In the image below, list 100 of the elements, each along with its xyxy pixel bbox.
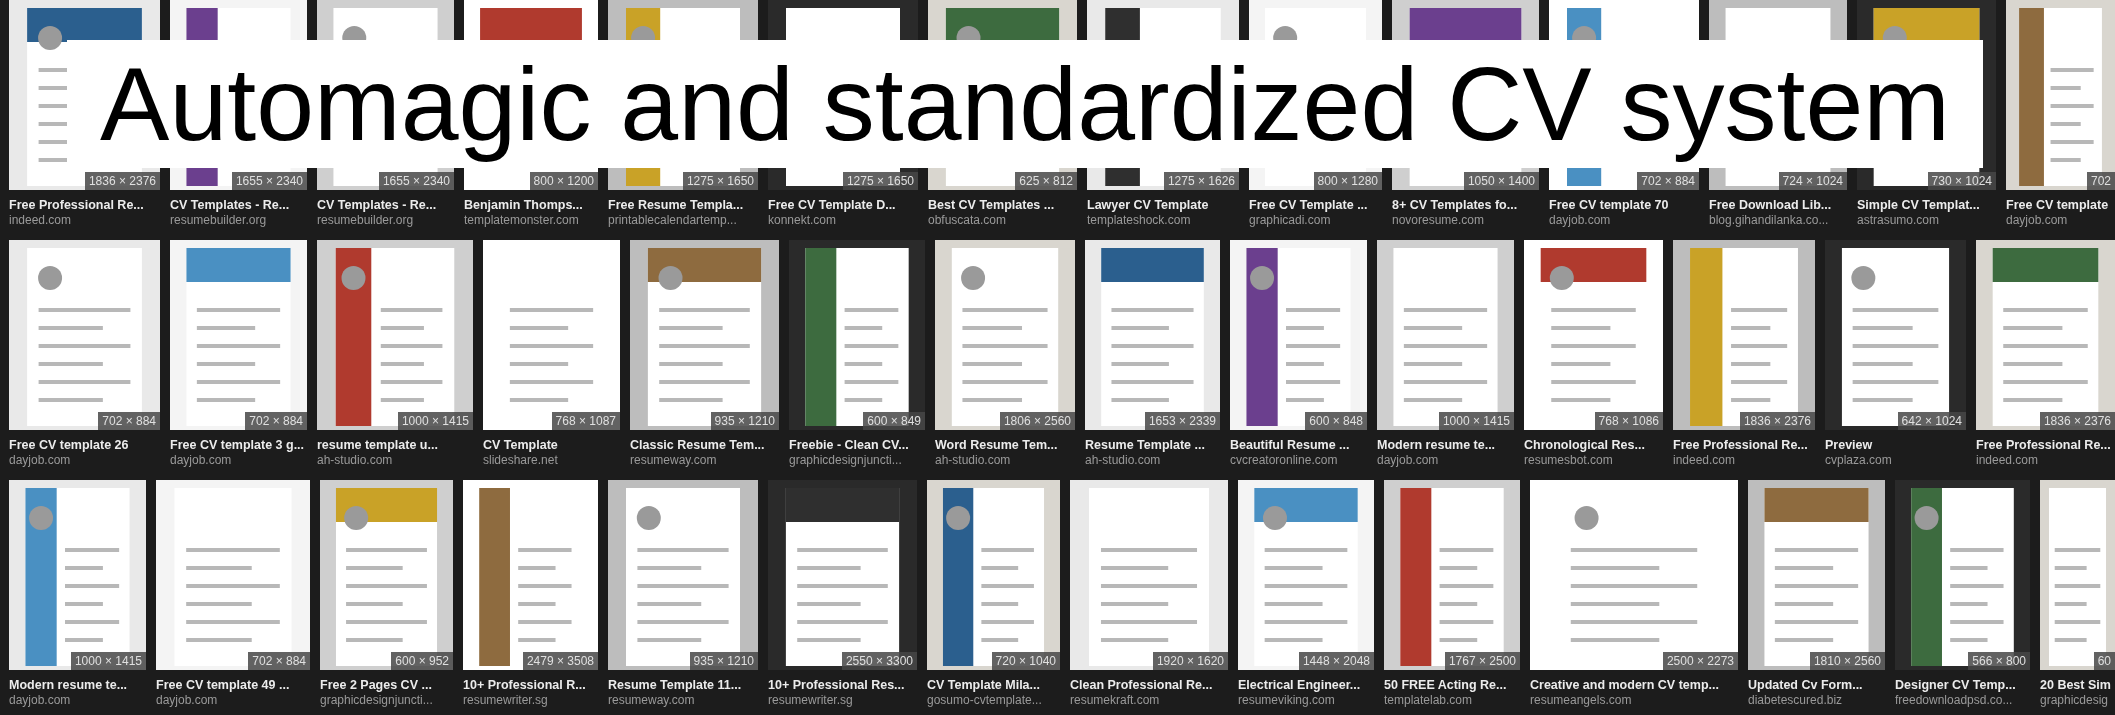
result-source[interactable]: slideshare.net bbox=[483, 453, 558, 468]
result-title[interactable]: Free CV template 3 g... bbox=[170, 437, 305, 453]
result-title[interactable]: CV Template bbox=[483, 437, 558, 453]
result-source[interactable]: cvplaza.com bbox=[1825, 453, 1892, 468]
result-source[interactable]: resumeangels.com bbox=[1530, 693, 1632, 708]
result-source[interactable]: graphicadi.com bbox=[1249, 213, 1331, 228]
result-title[interactable]: 20 Best Sim bbox=[2040, 677, 2111, 693]
image-size-label: 1836 × 2376 bbox=[84, 172, 160, 190]
image-size-label: 1275 × 1650 bbox=[682, 172, 758, 190]
result-title[interactable]: CV Templates - Re... bbox=[317, 197, 437, 213]
result-title[interactable]: Free Professional Re... bbox=[1976, 437, 2111, 453]
result-title[interactable]: CV Templates - Re... bbox=[170, 197, 290, 213]
result-title[interactable]: Free CV Template D... bbox=[768, 197, 896, 213]
result-title[interactable]: resume template u... bbox=[317, 437, 438, 453]
result-source[interactable]: resumeway.com bbox=[608, 693, 695, 708]
image-size-label: 1767 × 2500 bbox=[1444, 652, 1520, 670]
result-source[interactable]: templatelab.com bbox=[1384, 693, 1473, 708]
image-size-label: 1655 × 2340 bbox=[378, 172, 454, 190]
result-title[interactable]: Word Resume Tem... bbox=[935, 437, 1058, 453]
result-source[interactable]: konnekt.com bbox=[768, 213, 837, 228]
result-title[interactable]: Free 2 Pages CV ... bbox=[320, 677, 432, 693]
result-source[interactable]: graphicdesig bbox=[2040, 693, 2109, 708]
result-source[interactable]: diabetescured.biz bbox=[1748, 693, 1843, 708]
result-title[interactable]: Free Professional Re... bbox=[9, 197, 144, 213]
result-source[interactable]: dayjob.com bbox=[156, 693, 218, 708]
result-title[interactable]: Free CV template bbox=[2006, 197, 2109, 213]
result-title[interactable]: Free Resume Templa... bbox=[608, 197, 744, 213]
result-source[interactable]: dayjob.com bbox=[9, 453, 71, 468]
result-source[interactable]: ah-studio.com bbox=[1085, 453, 1161, 468]
result-title[interactable]: Modern resume te... bbox=[9, 677, 128, 693]
result-source[interactable]: gosumo-cvtemplate... bbox=[927, 693, 1042, 708]
result-title[interactable]: Clean Professional Re... bbox=[1070, 677, 1213, 693]
result-title[interactable]: Beautiful Resume ... bbox=[1230, 437, 1350, 453]
result-source[interactable]: astrasumo.com bbox=[1857, 213, 1940, 228]
result-title[interactable]: Freebie - Clean CV... bbox=[789, 437, 909, 453]
image-size-label: 1275 × 1650 bbox=[842, 172, 918, 190]
result-source[interactable]: ah-studio.com bbox=[935, 453, 1011, 468]
image-size-label: 702 × 884 bbox=[1637, 172, 1699, 190]
result-source[interactable]: indeed.com bbox=[9, 213, 72, 228]
result-title[interactable]: Benjamin Thomps... bbox=[464, 197, 583, 213]
result-source[interactable]: dayjob.com bbox=[1549, 213, 1611, 228]
result-source[interactable]: cvcreatoronline.com bbox=[1230, 453, 1338, 468]
result-title[interactable]: 10+ Professional R... bbox=[463, 677, 586, 693]
result-title[interactable]: Creative and modern CV temp... bbox=[1530, 677, 1719, 693]
image-size-label: 1836 × 2376 bbox=[2039, 412, 2115, 430]
result-source[interactable]: freedownloadpsd.co... bbox=[1895, 693, 2013, 708]
result-source[interactable]: resumebuilder.org bbox=[170, 213, 267, 228]
result-source[interactable]: obfuscata.com bbox=[928, 213, 1007, 228]
result-title[interactable]: Free Download Lib... bbox=[1709, 197, 1832, 213]
result-title[interactable]: Updated Cv Form... bbox=[1748, 677, 1863, 693]
result-title[interactable]: Best CV Templates ... bbox=[928, 197, 1055, 213]
result-source[interactable]: printablecalendartemp... bbox=[608, 213, 737, 228]
result-source[interactable]: indeed.com bbox=[1673, 453, 1736, 468]
result-title[interactable]: Resume Template ... bbox=[1085, 437, 1205, 453]
image-size-label: 1653 × 2339 bbox=[1144, 412, 1220, 430]
result-source[interactable]: ah-studio.com bbox=[317, 453, 393, 468]
result-source[interactable]: graphicdesignjuncti... bbox=[789, 453, 902, 468]
result-title[interactable]: Free Professional Re... bbox=[1673, 437, 1808, 453]
result-title[interactable]: Resume Template 11... bbox=[608, 677, 742, 693]
result-title[interactable]: Simple CV Templat... bbox=[1857, 197, 1980, 213]
image-size-label: 1920 × 1620 bbox=[1152, 652, 1228, 670]
result-title[interactable]: Free CV Template ... bbox=[1249, 197, 1368, 213]
image-size-label: 935 × 1210 bbox=[710, 412, 779, 430]
result-title[interactable]: Free CV template 26 bbox=[9, 437, 129, 453]
result-title[interactable]: 50 FREE Acting Re... bbox=[1384, 677, 1507, 693]
result-source[interactable]: graphicdesignjuncti... bbox=[320, 693, 433, 708]
result-source[interactable]: resumeway.com bbox=[630, 453, 717, 468]
result-source[interactable]: dayjob.com bbox=[170, 453, 232, 468]
result-source[interactable]: templatemonster.com bbox=[464, 213, 579, 228]
result-source[interactable]: resumekraft.com bbox=[1070, 693, 1160, 708]
result-source[interactable]: indeed.com bbox=[1976, 453, 2039, 468]
result-source[interactable]: dayjob.com bbox=[2006, 213, 2068, 228]
result-source[interactable]: resumeviking.com bbox=[1238, 693, 1335, 708]
result-source[interactable]: resumewriter.sg bbox=[463, 693, 548, 708]
result-source[interactable]: resumewriter.sg bbox=[768, 693, 853, 708]
image-size-label: 1448 × 2048 bbox=[1298, 652, 1374, 670]
result-title[interactable]: 8+ CV Templates fo... bbox=[1392, 197, 1518, 213]
image-size-label: 1836 × 2376 bbox=[1739, 412, 1815, 430]
result-title[interactable]: CV Template Mila... bbox=[927, 677, 1040, 693]
result-title[interactable]: 10+ Professional Res... bbox=[768, 677, 905, 693]
image-size-label: 60 bbox=[2093, 652, 2115, 670]
result-source[interactable]: resumebuilder.org bbox=[317, 213, 414, 228]
result-title[interactable]: Lawyer CV Template bbox=[1087, 197, 1209, 213]
result-title[interactable]: Preview bbox=[1825, 437, 1873, 453]
result-title[interactable]: Free CV template 70 bbox=[1549, 197, 1669, 213]
result-source[interactable]: dayjob.com bbox=[1377, 453, 1439, 468]
result-source[interactable]: resumesbot.com bbox=[1524, 453, 1613, 468]
result-title[interactable]: Electrical Engineer... bbox=[1238, 677, 1361, 693]
result-source[interactable]: blog.gihandilanka.co... bbox=[1709, 213, 1829, 228]
result-source[interactable]: templateshock.com bbox=[1087, 213, 1191, 228]
result-title[interactable]: Designer CV Temp... bbox=[1895, 677, 2016, 693]
result-title[interactable]: Classic Resume Tem... bbox=[630, 437, 765, 453]
image-size-label: 768 × 1086 bbox=[1594, 412, 1663, 430]
result-title[interactable]: Chronological Res... bbox=[1524, 437, 1645, 453]
result-title[interactable]: Free CV template 49 ... bbox=[156, 677, 290, 693]
result-source[interactable]: novoresume.com bbox=[1392, 213, 1485, 228]
image-size-label: 1655 × 2340 bbox=[231, 172, 307, 190]
image-size-label: 2500 × 2273 bbox=[1662, 652, 1738, 670]
result-source[interactable]: dayjob.com bbox=[9, 693, 71, 708]
result-title[interactable]: Modern resume te... bbox=[1377, 437, 1496, 453]
